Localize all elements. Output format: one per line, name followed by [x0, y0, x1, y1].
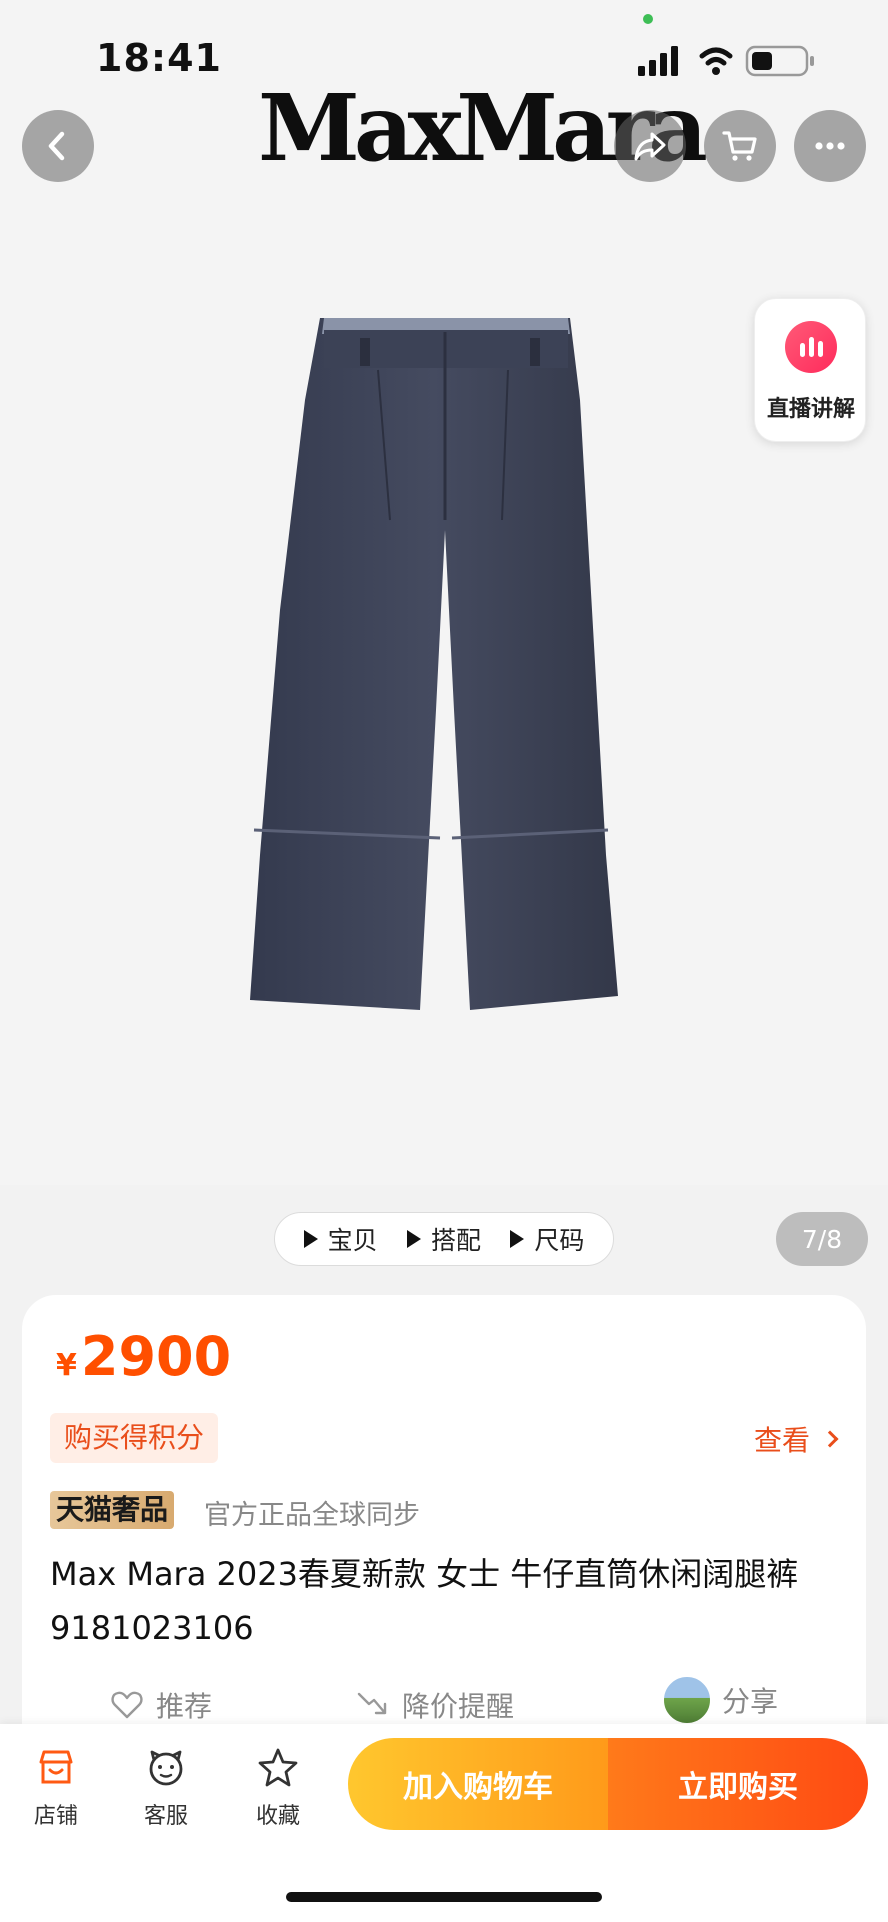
live-explain-label: 直播讲解 — [766, 397, 855, 422]
share-button[interactable] — [614, 110, 686, 182]
currency-symbol: ¥ — [56, 1348, 77, 1383]
store-button[interactable]: 店铺 — [16, 1746, 96, 1830]
play-icon — [510, 1230, 525, 1248]
home-indicator[interactable] — [286, 1892, 602, 1902]
cart-button[interactable] — [704, 110, 776, 182]
buy-now-button[interactable]: 立即购买 — [608, 1738, 868, 1830]
gallery-tabs: 宝贝 搭配 尺码 — [274, 1212, 614, 1266]
status-icons — [638, 45, 814, 77]
product-title: Max Mara 2023春夏新款 女士 牛仔直筒休闲阔腿裤9181023106 — [50, 1555, 799, 1647]
purchase-buttons: 加入购物车 立即购买 — [348, 1738, 868, 1830]
live-chart-icon — [785, 321, 837, 373]
share-arrow-icon — [634, 132, 666, 161]
favorite-button[interactable]: 收藏 — [238, 1746, 318, 1830]
view-link[interactable]: 查看 — [754, 1419, 839, 1459]
more-button[interactable] — [794, 110, 866, 182]
wifi-icon — [699, 47, 733, 75]
trend-down-icon — [357, 1692, 387, 1715]
customer-service-button[interactable]: 客服 — [126, 1746, 206, 1830]
product-info-card: ¥ 2900 购买得积分 查看 天猫奢品 官方正品全球同步 Max Mara 2… — [22, 1295, 866, 1755]
play-icon — [303, 1230, 318, 1248]
privacy-indicator — [643, 14, 653, 24]
price-value: 2900 — [80, 1325, 232, 1388]
chevron-left-icon — [48, 131, 65, 161]
store-icon — [39, 1750, 73, 1784]
price: ¥ 2900 — [56, 1325, 231, 1388]
official-sync-text: 官方正品全球同步 — [204, 1500, 420, 1531]
product-image-jeans[interactable] — [240, 310, 650, 1030]
more-dots-icon — [815, 142, 845, 150]
avatar — [662, 1675, 712, 1725]
heart-icon — [111, 1691, 143, 1719]
star-icon — [258, 1748, 298, 1787]
battery-icon — [745, 45, 814, 77]
add-to-cart-button[interactable]: 加入购物车 — [348, 1738, 608, 1830]
tab-chima[interactable]: 尺码 — [510, 1221, 584, 1257]
price-alert-button[interactable]: 降价提醒 — [356, 1685, 514, 1725]
signal-icon — [638, 46, 678, 76]
status-time: 18:41 — [96, 36, 222, 80]
back-button[interactable] — [22, 110, 94, 182]
brand-logo: MaxMara — [258, 74, 708, 182]
shopping-cart-icon — [722, 131, 757, 161]
image-pager: 7/8 — [776, 1212, 868, 1266]
tmall-luxury-badge: 天猫奢品 — [50, 1491, 175, 1529]
play-icon — [406, 1230, 421, 1248]
points-tag[interactable]: 购买得积分 — [50, 1413, 219, 1463]
share-link[interactable]: 分享 — [662, 1675, 778, 1725]
live-explain-button[interactable]: 直播讲解 — [754, 298, 866, 442]
tab-dapei[interactable]: 搭配 — [406, 1221, 481, 1257]
chevron-right-icon — [821, 1430, 839, 1448]
recommend-button[interactable]: 推荐 — [110, 1685, 212, 1725]
tab-baobei[interactable]: 宝贝 — [303, 1221, 378, 1257]
customer-service-icon — [149, 1750, 183, 1786]
